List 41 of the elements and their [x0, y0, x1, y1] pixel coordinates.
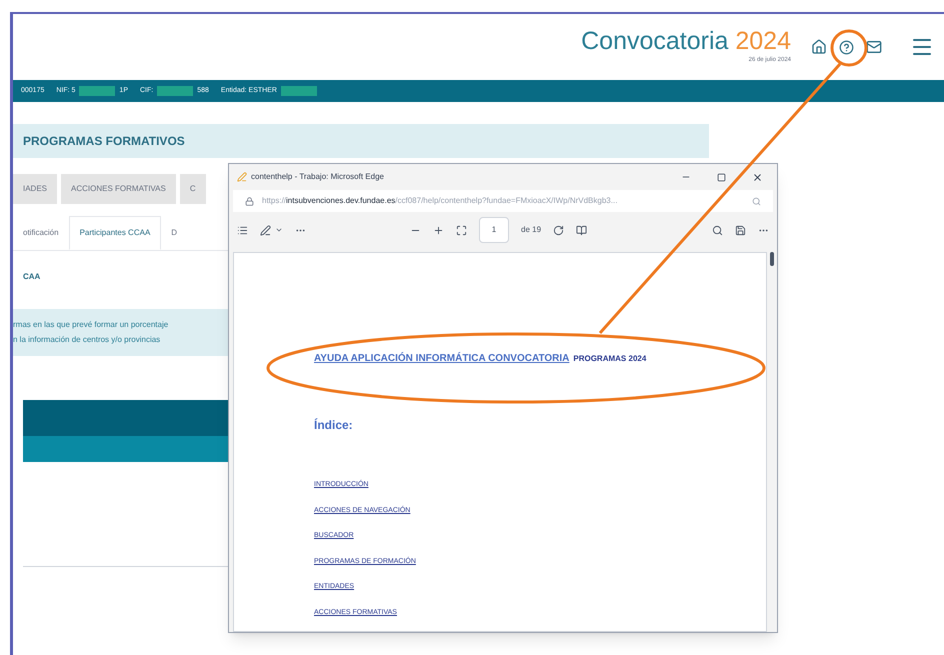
maximize-icon[interactable]	[717, 172, 726, 182]
page-view-icon[interactable]	[576, 224, 588, 236]
app-icon	[237, 172, 247, 182]
home-icon[interactable]	[811, 39, 827, 55]
redacted-block	[280, 86, 317, 96]
contents-icon[interactable]	[237, 224, 248, 236]
rotate-icon[interactable]	[553, 224, 564, 236]
lock-icon	[245, 196, 254, 206]
mail-icon[interactable]	[866, 39, 882, 55]
subheading: CAA	[23, 271, 42, 283]
page-total: de 19	[521, 224, 542, 236]
app-year: 2024	[735, 27, 791, 55]
window-title: contenthelp - Trabajo: Microsoft Edge	[251, 171, 384, 183]
app-title: Convocatoria	[581, 27, 728, 55]
help-icon[interactable]	[839, 40, 854, 54]
redacted-block	[157, 86, 194, 96]
address-bar[interactable]: https://intsubvenciones.dev.fundae.es/ccf087/help/contenthelp?fundae=FMxioacX/IWp/NrVdBkgb3...	[233, 190, 773, 212]
subtab[interactable]: D	[161, 216, 188, 250]
url-text: https://intsubvenciones.dev.fundae.es/ccf087/help/contenthelp?fundae=FMxioacX/IWp/NrVdBkgb3...	[262, 195, 618, 207]
document-title-link[interactable]: AYUDA APLICACIÓN INFORMÁTICA CONVOCATORIA	[314, 351, 570, 366]
search-icon[interactable]	[752, 196, 761, 206]
subtab[interactable]: otificación	[13, 216, 69, 250]
close-icon[interactable]	[752, 172, 763, 182]
find-icon[interactable]	[712, 224, 723, 236]
save-icon[interactable]	[735, 224, 746, 236]
highlight-circle	[830, 30, 868, 66]
subtab[interactable]: Participantes CCAA	[68, 216, 162, 250]
index-heading: Índice:	[314, 417, 354, 434]
document-title-suffix: PROGRAMAS 2024	[573, 353, 646, 365]
zoom-in-icon[interactable]	[433, 224, 444, 236]
tab[interactable]: IADES	[13, 174, 58, 204]
tab[interactable]: ACCIONES FORMATIVAS	[61, 174, 176, 204]
info-line: rmas en las que prevé formar un porcentaje	[13, 319, 170, 331]
redacted-block	[79, 86, 116, 96]
section-title: PROGRAMAS FORMATIVOS	[23, 133, 185, 150]
caret-icon[interactable]	[275, 226, 283, 234]
tab[interactable]: C	[180, 174, 206, 204]
page-number-field[interactable]: 1	[479, 217, 509, 243]
fit-page-icon[interactable]	[456, 224, 467, 236]
info-line: n la información de centros y/o provincias	[13, 334, 162, 346]
draw-icon[interactable]	[260, 224, 271, 236]
